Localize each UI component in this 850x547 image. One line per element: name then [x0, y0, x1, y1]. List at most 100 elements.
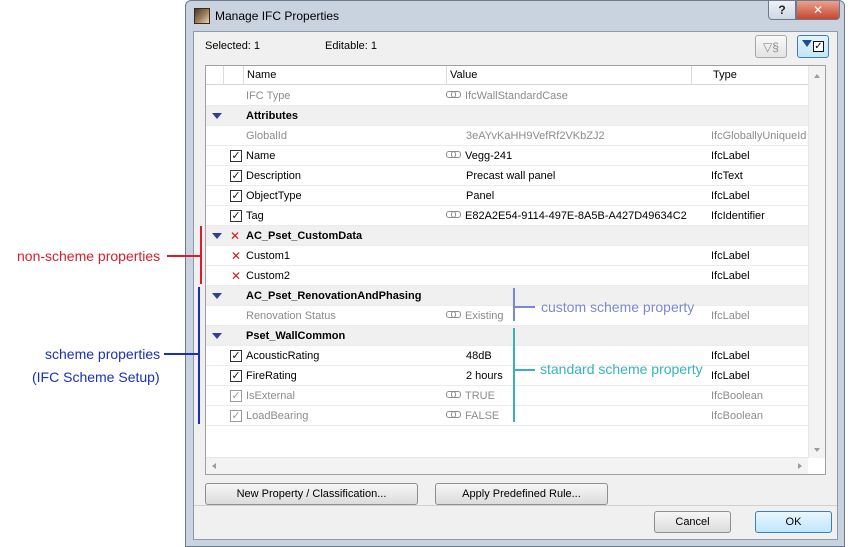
apply-rule-button[interactable]: Apply Predefined Rule... [435, 483, 608, 505]
excluded-x-icon[interactable]: ✕ [230, 226, 240, 246]
property-value: E82A2E54-9114-497E-8A5B-A427D49634C2 [465, 210, 687, 222]
close-button[interactable]: ✕ [796, 1, 840, 20]
table-row[interactable]: ✕ Custom1 IfcLabel [206, 246, 808, 266]
property-type: IfcLabel [711, 190, 750, 202]
horizontal-scrollbar[interactable] [206, 457, 808, 474]
property-name: GlobalId [246, 130, 287, 142]
custom-scheme-annotation: custom scheme property [541, 299, 695, 315]
table-row[interactable]: ✓ Name Vegg-241 IfcLabel [206, 146, 808, 166]
table-row[interactable]: ✕ Custom2 IfcLabel [206, 266, 808, 286]
property-value: FALSE [465, 410, 500, 422]
property-name: Custom1 [246, 250, 291, 262]
header-value[interactable]: Value [446, 66, 691, 85]
property-value-cell[interactable]: Vegg-241 [446, 146, 512, 166]
property-value-cell[interactable]: 48dB [446, 346, 492, 366]
link-icon [446, 91, 461, 98]
property-value-cell[interactable]: Precast wall panel [446, 166, 555, 186]
property-value: Vegg-241 [465, 150, 513, 162]
table-row[interactable]: ✓ Description Precast wall panel IfcText [206, 166, 808, 186]
include-checkbox[interactable]: ✓ [230, 210, 242, 222]
property-value-cell[interactable]: Existing [446, 306, 504, 326]
property-type: IfcBoolean [711, 390, 763, 402]
scroll-right-icon[interactable] [798, 463, 802, 469]
new-property-button[interactable]: New Property / Classification... [205, 483, 418, 505]
property-type: IfcLabel [711, 370, 750, 382]
expand-triangle-icon[interactable] [212, 293, 222, 299]
scheme-setup-annotation: (IFC Scheme Setup) [32, 369, 160, 385]
table-row[interactable]: ✓ FireRating 2 hours IfcLabel [206, 366, 808, 386]
property-value: Panel [466, 190, 495, 202]
group-row[interactable]: AC_Pset_RenovationAndPhasing [206, 286, 808, 306]
title-bar[interactable]: Manage IFC Properties ? ✕ [186, 1, 844, 31]
table-row[interactable]: Renovation Status Existing IfcLabel [206, 306, 808, 326]
table-row[interactable]: GlobalId 3eAYvKaHH9VefRf2VKbZJ2 IfcGloball… [206, 126, 808, 146]
group-name: AC_Pset_CustomData [246, 230, 363, 242]
property-value: 48dB [466, 350, 492, 362]
property-name: Tag [246, 210, 264, 222]
table-row[interactable]: ✓ LoadBearing FALSE IfcBoolean [206, 406, 808, 426]
standard-scheme-bracket [513, 328, 515, 422]
non-scheme-bracket [200, 226, 202, 284]
header-type[interactable]: Type [691, 66, 808, 85]
expand-triangle-icon[interactable] [212, 113, 222, 119]
include-checkbox[interactable]: ✓ [230, 170, 242, 182]
include-checkbox[interactable]: ✓ [230, 410, 242, 422]
property-name: Renovation Status [246, 310, 336, 322]
property-type: IfcLabel [711, 310, 750, 322]
include-checkbox[interactable]: ✓ [230, 190, 242, 202]
filter-checked-button[interactable]: ✓ [797, 35, 829, 58]
non-scheme-connector [167, 255, 201, 257]
header-check [223, 66, 243, 85]
expand-triangle-icon[interactable] [212, 333, 222, 339]
table-row[interactable]: IFC Type IfcWallStandardCase [206, 86, 808, 106]
group-row[interactable]: ✕ AC_Pset_CustomData [206, 226, 808, 246]
property-value-cell[interactable] [446, 246, 466, 266]
property-value: TRUE [465, 390, 495, 402]
property-name: ObjectType [246, 190, 302, 202]
cancel-button[interactable]: Cancel [654, 511, 731, 533]
include-checkbox[interactable]: ✓ [230, 350, 242, 362]
property-value-cell[interactable]: IfcWallStandardCase [446, 86, 568, 106]
property-value-cell[interactable]: E82A2E54-9114-497E-8A5B-A427D49634C2 [446, 206, 687, 226]
header-name[interactable]: Name [243, 66, 446, 85]
help-button[interactable]: ? [768, 1, 796, 20]
property-name: IsExternal [246, 390, 295, 402]
filter-scheme-button[interactable]: ▽§ [755, 35, 787, 58]
scroll-up-icon[interactable] [814, 74, 820, 78]
property-name: AcousticRating [246, 350, 320, 362]
ok-button[interactable]: OK [755, 511, 832, 533]
group-row[interactable]: Pset_WallCommon [206, 326, 808, 346]
link-icon [446, 211, 461, 218]
property-value-cell[interactable] [446, 266, 466, 286]
property-value-cell[interactable]: 3eAYvKaHH9VefRf2VKbZJ2 [446, 126, 605, 146]
scroll-down-icon[interactable] [814, 448, 820, 452]
manage-ifc-properties-dialog: Manage IFC Properties ? ✕ Selected: 1 Ed… [185, 0, 845, 547]
include-checkbox[interactable]: ✓ [230, 370, 242, 382]
standard-scheme-connector [513, 369, 535, 371]
excluded-x-icon[interactable]: ✕ [231, 266, 241, 286]
property-value-cell[interactable]: 2 hours [446, 366, 503, 386]
standard-scheme-annotation: standard scheme property [540, 361, 703, 377]
properties-table: Name Value Type IFC Type IfcWallStandardC… [205, 65, 826, 475]
property-type: IfcGloballyUniqueId [711, 130, 807, 142]
table-row[interactable]: ✓ ObjectType Panel IfcLabel [206, 186, 808, 206]
editable-count: Editable: 1 [325, 40, 377, 52]
property-name: Custom2 [246, 270, 291, 282]
excluded-x-icon[interactable]: ✕ [231, 246, 241, 266]
expand-triangle-icon[interactable] [212, 233, 222, 239]
table-row[interactable]: ✓ AcousticRating 48dB IfcLabel [206, 346, 808, 366]
include-checkbox[interactable]: ✓ [230, 150, 242, 162]
property-value-cell[interactable]: Panel [446, 186, 494, 206]
property-value-cell[interactable]: TRUE [446, 386, 495, 406]
group-row[interactable]: Attributes [206, 106, 808, 126]
include-checkbox[interactable]: ✓ [230, 390, 242, 402]
table-row[interactable]: ✓ Tag E82A2E54-9114-497E-8A5B-A427D49634C2… [206, 206, 808, 226]
vertical-scrollbar[interactable] [808, 66, 825, 458]
scroll-left-icon[interactable] [212, 463, 216, 469]
property-value: 3eAYvKaHH9VefRf2VKbZJ2 [466, 130, 605, 142]
property-value: Precast wall panel [466, 170, 556, 182]
link-icon [446, 151, 461, 158]
property-value-cell[interactable]: FALSE [446, 406, 499, 426]
property-type: IfcIdentifier [711, 210, 765, 222]
table-row[interactable]: ✓ IsExternal TRUE IfcBoolean [206, 386, 808, 406]
